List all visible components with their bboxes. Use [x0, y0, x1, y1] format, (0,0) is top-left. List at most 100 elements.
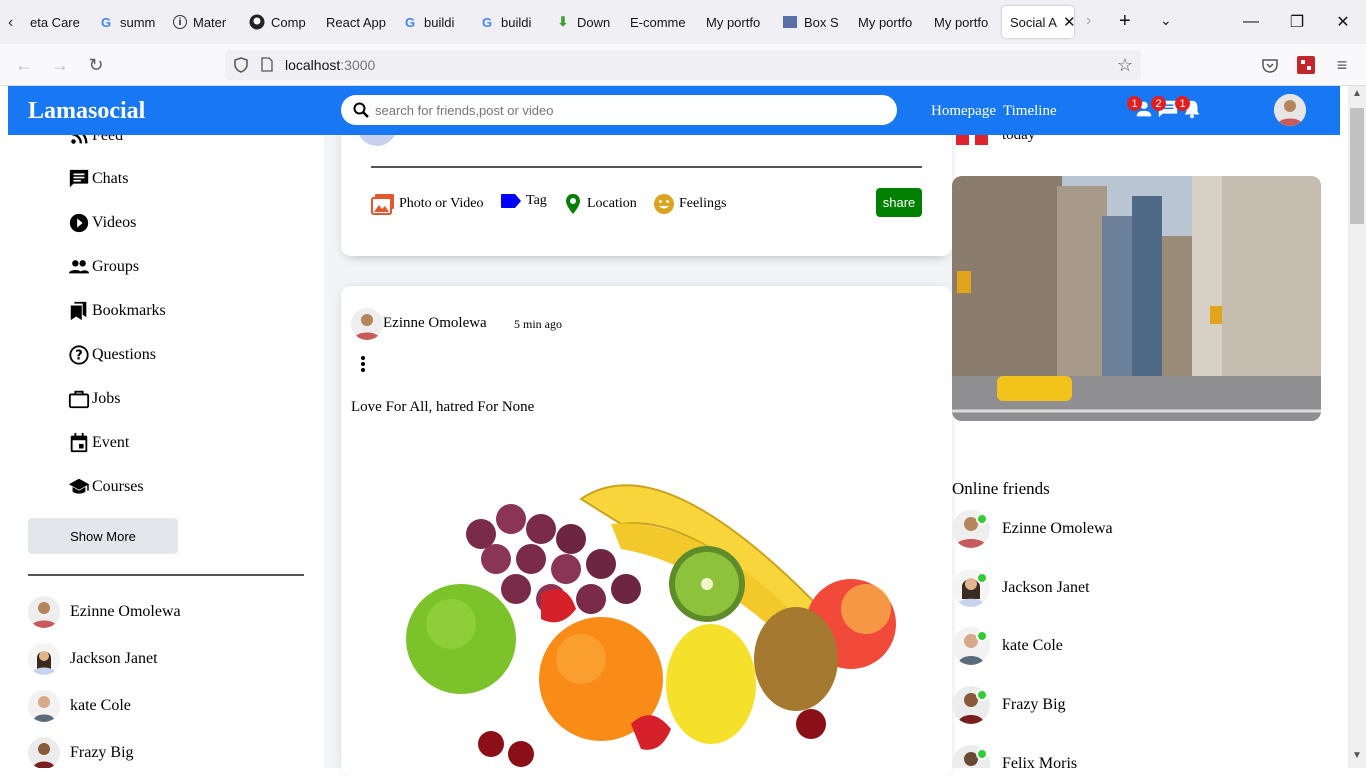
sidebar-item-chats[interactable]: Chats: [68, 168, 128, 190]
emoji-icon: [654, 194, 674, 214]
sidebar-item-groups[interactable]: Groups: [68, 256, 139, 278]
share-option-feelings[interactable]: Feelings: [653, 193, 726, 215]
online-friends-title: Online friends: [952, 479, 1050, 498]
search-input[interactable]: [375, 102, 875, 118]
share-option-photo[interactable]: Photo or Video: [371, 193, 483, 215]
extension-icon[interactable]: [1292, 52, 1320, 78]
friend-list-item[interactable]: Jackson Janet: [28, 643, 158, 675]
scroll-up-icon[interactable]: ▲: [1352, 88, 1362, 99]
app-topbar: Lamasocial Homepage Timeline 1 2 1: [8, 86, 1340, 135]
browser-tab[interactable]: eta Care: [30, 6, 80, 38]
avatar: [28, 737, 60, 768]
close-window-icon[interactable]: ✕: [1320, 0, 1366, 44]
help-circle-icon: ?: [69, 345, 89, 365]
gift-icon: [954, 135, 990, 145]
sidebar-item-event[interactable]: Event: [68, 432, 129, 454]
browser-tab[interactable]: ⬇ Down: [555, 6, 617, 38]
timeline-link[interactable]: Timeline: [1003, 103, 1057, 120]
post-author-name[interactable]: Ezinne Omolewa: [383, 315, 487, 332]
sidebar-item-videos[interactable]: Videos: [68, 212, 136, 234]
sidebar-item-jobs[interactable]: Jobs: [68, 388, 120, 410]
avatar: [952, 686, 990, 724]
info-icon: i: [173, 15, 187, 29]
online-friend-item[interactable]: Jackson Janet: [952, 569, 1090, 607]
browser-tab[interactable]: React App: [326, 6, 386, 38]
online-friend-item[interactable]: Ezinne Omolewa: [952, 510, 1113, 548]
avatar: [28, 690, 60, 722]
app-logo[interactable]: Lamasocial: [28, 98, 145, 125]
post-card: Ezinne Omolewa 5 min ago Love For All, h…: [341, 286, 952, 776]
shield-icon[interactable]: [233, 57, 249, 73]
show-more-button[interactable]: Show More: [28, 518, 178, 554]
avatar: [28, 596, 60, 628]
birthday-text: today: [1002, 135, 1036, 143]
friend-list-item[interactable]: Ezinne Omolewa: [28, 596, 181, 628]
restore-icon[interactable]: ❐: [1274, 0, 1320, 44]
reload-icon[interactable]: ↻: [82, 52, 110, 78]
bookmark-icon: [70, 301, 87, 321]
pocket-icon[interactable]: [1256, 52, 1284, 78]
online-friend-item[interactable]: Felix Moris: [952, 745, 1077, 768]
url-bar[interactable]: localhost:3000 ☆: [225, 50, 1141, 80]
more-options-icon[interactable]: [359, 355, 367, 373]
search-icon: [353, 102, 369, 118]
share-option-location[interactable]: Location: [563, 193, 637, 215]
url-host: localhost: [285, 57, 341, 73]
browser-tab[interactable]: Gbuildi: [479, 6, 539, 38]
page-icon: [261, 57, 275, 73]
post-author-avatar[interactable]: [351, 308, 383, 340]
browser-tab[interactable]: E-comme: [630, 6, 690, 38]
sidebar-item-questions[interactable]: ? Questions: [68, 344, 156, 366]
browser-tab[interactable]: My portfo: [858, 6, 918, 38]
sidebar-item-bookmarks[interactable]: Bookmarks: [68, 300, 166, 322]
browser-tab[interactable]: My portfo: [934, 6, 994, 38]
page-scrollbar[interactable]: ▲ ▼: [1348, 86, 1366, 768]
url-port: :3000: [340, 57, 376, 73]
minimize-icon[interactable]: —: [1228, 0, 1274, 44]
star-icon[interactable]: ☆: [1117, 55, 1133, 76]
forward-icon[interactable]: →: [46, 52, 74, 78]
browser-tab[interactable]: Comp: [249, 6, 309, 38]
photo-icon: [371, 194, 394, 215]
online-friend-item[interactable]: Frazy Big: [952, 686, 1066, 724]
profile-avatar[interactable]: [1274, 94, 1306, 126]
back-icon[interactable]: ←: [10, 52, 38, 78]
online-indicator: [976, 572, 988, 584]
chat-icon: [69, 169, 89, 188]
share-option-tag[interactable]: Tag: [500, 193, 547, 209]
homepage-link[interactable]: Homepage: [931, 103, 996, 120]
browser-tab[interactable]: Box Sl: [782, 6, 838, 38]
browser-tab[interactable]: My portfo: [706, 6, 766, 38]
sidebar-item-courses[interactable]: Courses: [68, 476, 144, 498]
label-icon: [501, 194, 521, 208]
friend-list-item[interactable]: kate Cole: [28, 690, 131, 722]
avatar: [952, 569, 990, 607]
ad-image[interactable]: [952, 176, 1321, 421]
friend-list-item[interactable]: Frazy Big: [28, 737, 134, 768]
google-icon: G: [100, 14, 112, 30]
rss-feed-icon: [71, 135, 88, 144]
share-button[interactable]: share: [876, 188, 922, 217]
menu-icon[interactable]: ≡: [1328, 52, 1356, 78]
right-sidebar: today Online friends Ezinne Omolewa Jack…: [952, 135, 1340, 768]
browser-tab-active[interactable]: Social A ✕: [1002, 6, 1074, 38]
calendar-icon: [70, 432, 88, 453]
close-tab-icon[interactable]: ✕: [1063, 13, 1074, 31]
online-friend-item[interactable]: kate Cole: [952, 627, 1063, 665]
browser-tab[interactable]: i Mater: [173, 6, 233, 38]
sidebar-divider: [28, 574, 304, 576]
tab-scroll-left-icon[interactable]: ‹: [8, 14, 13, 32]
new-tab-icon[interactable]: +: [1119, 10, 1131, 33]
browser-tab-bar: ‹ eta Care Gsumm i Mater Comp React App G…: [0, 0, 1366, 44]
browser-tab[interactable]: Gsumm: [98, 6, 158, 38]
search-bar[interactable]: [341, 95, 897, 125]
sidebar-item-feed[interactable]: Feed: [68, 135, 123, 147]
browser-tab[interactable]: Gbuildi: [402, 6, 462, 38]
scroll-down-icon[interactable]: ▼: [1352, 750, 1362, 761]
friend-requests-badge: 1: [1127, 96, 1142, 111]
avatar: [952, 627, 990, 665]
notifications-button[interactable]: 1: [1175, 96, 1203, 120]
scroll-thumb[interactable]: [1350, 108, 1364, 224]
tab-scroll-right-icon[interactable]: ›: [1086, 12, 1091, 30]
list-tabs-icon[interactable]: ⌄: [1160, 12, 1172, 29]
